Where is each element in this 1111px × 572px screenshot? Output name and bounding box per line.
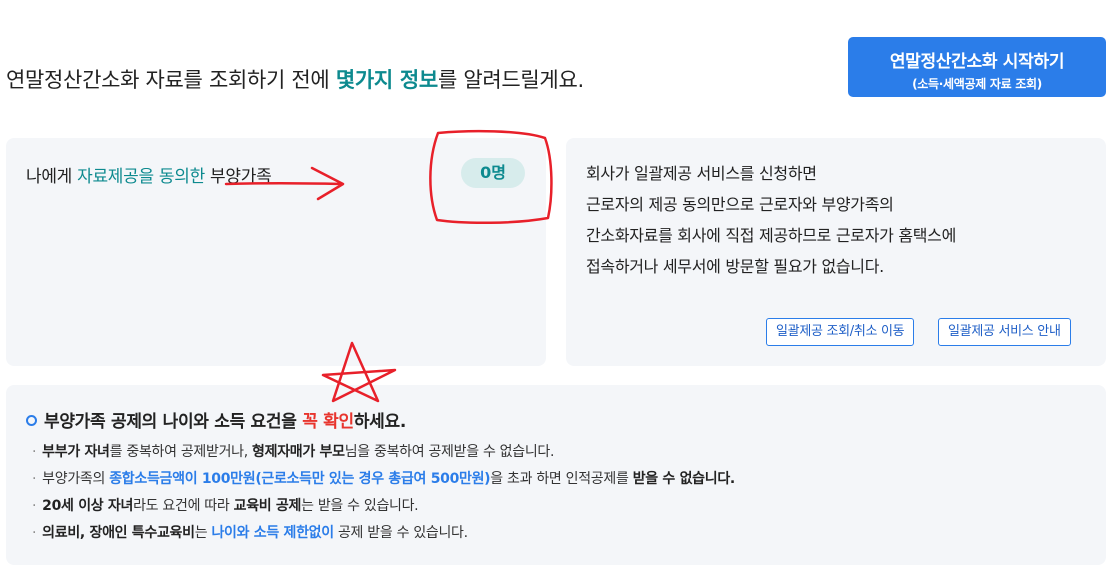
description-line: 간소화자료를 회사에 직접 제공하므로 근로자가 홈택스에 xyxy=(586,226,957,245)
headline-text-pre: 연말정산간소화 자료를 조회하기 전에 xyxy=(6,68,336,92)
notice-text: 님을 중복하여 공제받을 수 없습니다. xyxy=(344,444,555,460)
notice-text: 는 받을 수 있습니다. xyxy=(301,498,419,514)
bulk-provision-inquiry-cancel-button[interactable]: 일괄제공 조회/취소 이동 xyxy=(766,318,915,346)
headline-highlight: 몇가지 정보 xyxy=(335,68,438,92)
start-simplified-service-button[interactable]: 연말정산간소화 시작하기 (소득·세액공제 자료 조회) xyxy=(848,37,1106,97)
bulk-provision-description: 회사가 일괄제공 서비스를 신청하면 근로자의 제공 동의만으로 근로자와 부양… xyxy=(586,158,956,282)
headline-text-post: 를 알려드릴게요. xyxy=(437,68,584,92)
circle-bullet-icon xyxy=(26,415,37,426)
consent-label-pre: 나에게 xyxy=(26,167,78,187)
notice-text: 부양가족의 xyxy=(42,471,110,487)
notice-blue-text: 나이와 소득 제한없이 xyxy=(211,525,334,541)
description-line: 근로자의 제공 동의만으로 근로자와 부양가족의 xyxy=(586,195,894,214)
bulk-provision-guide-button[interactable]: 일괄제공 서비스 안내 xyxy=(938,318,1071,346)
notice-title-pre: 부양가족 공제의 나이와 소득 요건을 xyxy=(44,412,303,432)
description-line: 접속하거나 세무서에 방문할 필요가 없습니다. xyxy=(586,257,884,276)
notice-title-emphasis: 꼭 확인 xyxy=(302,412,354,432)
list-item: 부부가 자녀를 중복하여 공제받거나, 형제자매가 부모님을 중복하여 공제받을… xyxy=(32,439,735,466)
description-line: 회사가 일괄제공 서비스를 신청하면 xyxy=(586,164,817,183)
list-item: 부양가족의 종합소득금액이 100만원(근로소득만 있는 경우 총급여 500만… xyxy=(32,466,735,493)
page-headline: 연말정산간소화 자료를 조회하기 전에 몇가지 정보를 알려드릴게요. xyxy=(6,64,584,94)
consent-dependents-label: 나에게 자료제공을 동의한 부양가족 xyxy=(26,162,272,187)
consent-label-highlight: 자료제공을 동의한 xyxy=(77,167,205,187)
notice-text: 공제 받을 수 있습니다. xyxy=(333,525,468,541)
consent-dependents-panel: 나에게 자료제공을 동의한 부양가족 0명 xyxy=(6,138,546,366)
notice-bold-text: 부부가 자녀 xyxy=(42,444,110,460)
start-button-sublabel: (소득·세액공제 자료 조회) xyxy=(912,77,1042,91)
notice-text: 는 xyxy=(194,525,212,541)
dependents-count-badge: 0명 xyxy=(461,158,525,188)
dependent-requirements-notice: 부양가족 공제의 나이와 소득 요건을 꼭 확인하세요. 부부가 자녀를 중복하… xyxy=(6,385,1106,565)
notice-bold-text: 받을 수 없습니다. xyxy=(632,471,736,487)
notice-blue-text: 종합소득금액이 100만원(근로소득만 있는 경우 총급여 500만원) xyxy=(109,471,491,487)
start-button-label: 연말정산간소화 시작하기 xyxy=(889,52,1065,72)
notice-title-post: 하세요. xyxy=(353,412,407,432)
notice-bold-text: 의료비, 장애인 특수교육비 xyxy=(42,525,195,541)
notice-text: 을 초과 하면 인적공제를 xyxy=(490,471,633,487)
notice-text: 라도 요건에 따라 xyxy=(133,498,234,514)
notice-list: 부부가 자녀를 중복하여 공제받거나, 형제자매가 부모님을 중복하여 공제받을… xyxy=(32,439,735,547)
list-item: 20세 이상 자녀라도 요건에 따라 교육비 공제는 받을 수 있습니다. xyxy=(32,493,735,520)
notice-text: 를 중복하여 공제받거나, xyxy=(109,444,253,460)
notice-bold-text: 20세 이상 자녀 xyxy=(42,498,134,514)
consent-label-post: 부양가족 xyxy=(204,167,272,187)
bulk-provision-info-panel: 회사가 일괄제공 서비스를 신청하면 근로자의 제공 동의만으로 근로자와 부양… xyxy=(566,138,1106,366)
notice-bold-text: 형제자매가 부모 xyxy=(252,444,345,460)
notice-bold-text: 교육비 공제 xyxy=(233,498,302,514)
notice-title: 부양가족 공제의 나이와 소득 요건을 꼭 확인하세요. xyxy=(26,407,406,432)
list-item: 의료비, 장애인 특수교육비는 나이와 소득 제한없이 공제 받을 수 있습니다… xyxy=(32,520,735,547)
